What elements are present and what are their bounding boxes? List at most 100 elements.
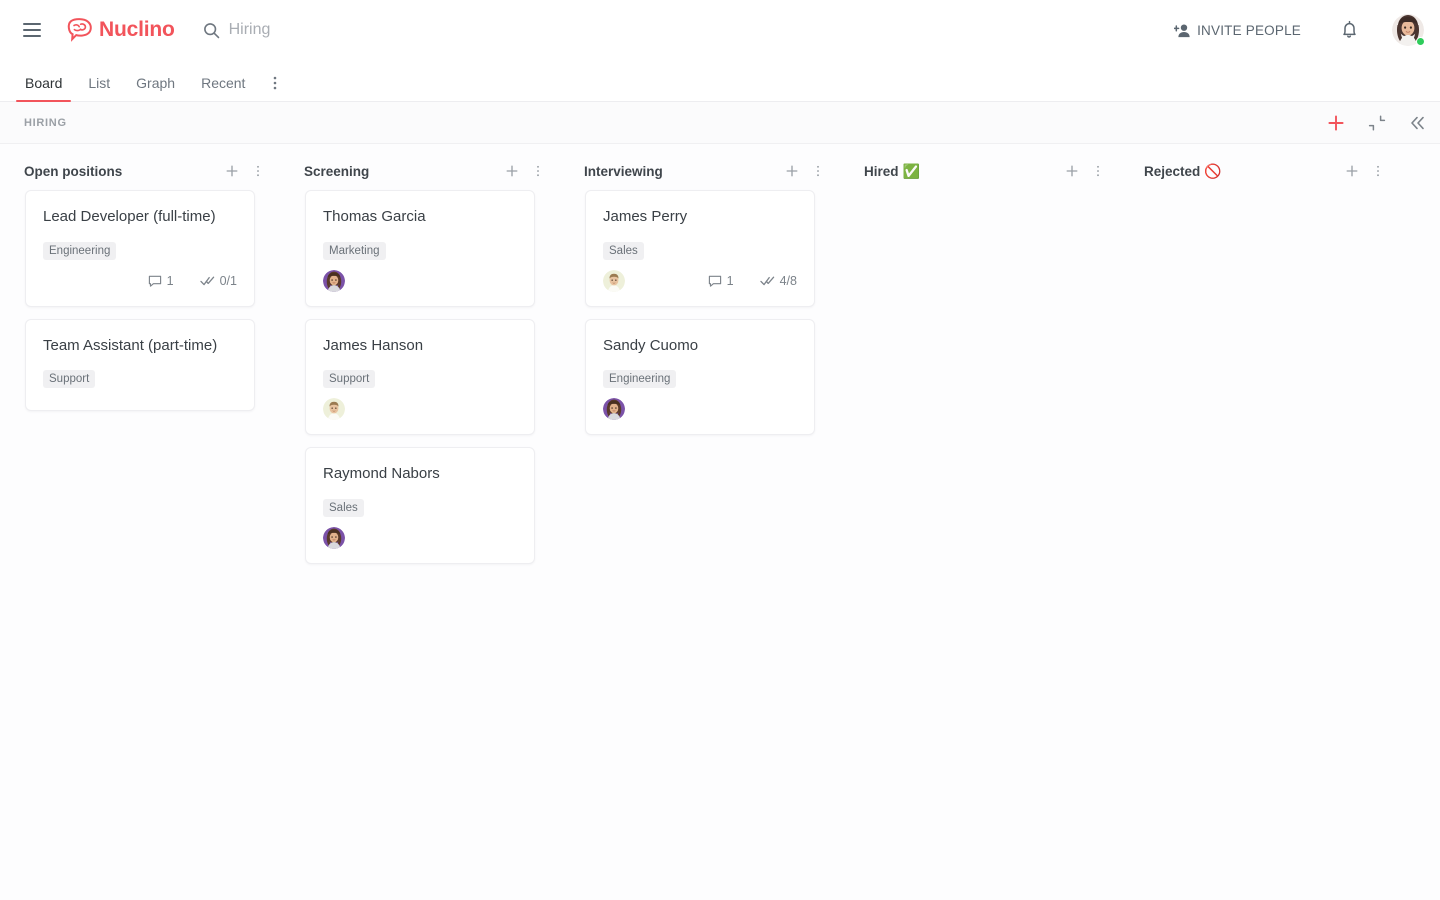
column-add-card-button[interactable] <box>784 163 800 179</box>
app-logo[interactable]: Nuclino <box>66 18 175 42</box>
card-tag[interactable]: Sales <box>603 241 644 260</box>
card-tag[interactable]: Support <box>43 370 96 388</box>
card-title: James Perry <box>603 208 688 225</box>
column-title[interactable]: Hired ✅ <box>864 163 920 180</box>
column-add-card-button[interactable] <box>504 163 520 179</box>
column-actions <box>504 163 546 179</box>
column-menu-button[interactable] <box>250 163 266 179</box>
hamburger-menu-icon[interactable] <box>15 13 49 47</box>
tab-board[interactable]: Board <box>16 75 72 102</box>
column-title[interactable]: Interviewing <box>584 164 663 179</box>
board-card[interactable]: Raymond Nabors Sales <box>305 447 535 564</box>
column-menu-button[interactable] <box>530 163 546 179</box>
card-title: Thomas Garcia <box>323 208 426 225</box>
card-assignee-avatar[interactable] <box>603 398 625 420</box>
tab-label: Graph <box>136 75 176 91</box>
board-toolbar-actions <box>1326 113 1426 133</box>
column-menu-button[interactable] <box>1090 163 1106 179</box>
column-actions <box>784 163 826 179</box>
board-column: Rejected 🚫 <box>1120 156 1400 190</box>
card-assignee-avatar[interactable] <box>323 269 345 292</box>
add-item-button[interactable] <box>1326 113 1346 133</box>
collapse-sidebar-button[interactable] <box>1408 114 1426 132</box>
card-footer: 1 0/1 <box>43 270 237 292</box>
brain-speech-bubble-icon <box>67 18 92 42</box>
board-card[interactable]: Sandy Cuomo Engineering <box>585 318 815 435</box>
column-actions <box>1344 163 1386 179</box>
top-bar-actions: INVITE PEOPLE <box>1166 12 1425 48</box>
column-title-label: Interviewing <box>584 163 663 179</box>
hamburger-bar <box>23 23 41 25</box>
board-card[interactable]: Lead Developer (full-time) Engineering 1 0/… <box>25 190 255 307</box>
plus-icon <box>786 165 798 177</box>
card-comment-count: 1 <box>148 274 174 288</box>
card-title: Raymond Nabors <box>323 465 440 482</box>
column-title[interactable]: Rejected 🚫 <box>1144 163 1222 180</box>
collapse-arrows-icon <box>1368 114 1386 131</box>
board-card[interactable]: James Hanson Support <box>305 318 535 435</box>
card-title: Sandy Cuomo <box>603 336 699 354</box>
column-header: Rejected 🚫 <box>1122 156 1398 190</box>
more-vertical-icon <box>257 165 259 177</box>
card-tag[interactable]: Engineering <box>43 241 117 260</box>
double-check-icon <box>199 276 214 286</box>
card-assignee-avatar[interactable] <box>603 269 625 292</box>
card-meta: 1 0/1 <box>148 274 237 288</box>
column-emoji: ✅ <box>902 162 920 179</box>
tab-label: Recent <box>201 75 246 91</box>
card-comment-count: 1 <box>708 274 734 288</box>
column-add-card-button[interactable] <box>224 163 240 179</box>
column-add-card-button[interactable] <box>1064 163 1080 179</box>
column-title[interactable]: Open positions <box>24 164 122 179</box>
invite-people-button[interactable]: INVITE PEOPLE <box>1166 17 1309 44</box>
card-title: Lead Developer (full-time) <box>43 208 216 225</box>
double-check-icon <box>759 276 774 286</box>
card-tag[interactable]: Support <box>323 370 376 388</box>
board-column: Interviewing James Perry Sales 1 4/8 Sandy Cu… <box>560 156 840 447</box>
card-title: Team Assistant (part-time) <box>43 336 218 354</box>
brand-name: Nuclino <box>99 18 175 41</box>
column-menu-button[interactable] <box>1370 163 1386 179</box>
card-tag[interactable]: Marketing <box>323 241 386 260</box>
search-value: Hiring <box>228 21 271 38</box>
column-title[interactable]: Screening <box>304 164 369 179</box>
task-progress-value: 0/1 <box>219 273 237 288</box>
column-emoji: 🚫 <box>1204 162 1222 179</box>
plus-icon <box>1066 165 1078 177</box>
board-card[interactable]: Thomas Garcia Marketing <box>305 190 535 307</box>
board-column: Open positions Lead Developer (full-time)… <box>0 156 280 423</box>
column-header: Interviewing <box>562 156 838 190</box>
hamburger-bar <box>23 29 41 31</box>
card-footer <box>323 526 517 549</box>
collapse-view-button[interactable] <box>1368 114 1386 132</box>
card-meta: 1 4/8 <box>708 274 797 288</box>
tab-graph[interactable]: Graph <box>127 75 184 101</box>
more-vertical-icon[interactable] <box>262 60 288 101</box>
column-cards: James Perry Sales 1 4/8 Sandy Cuomo Engineeri… <box>562 190 838 435</box>
card-assignee-avatar[interactable] <box>323 398 345 420</box>
column-menu-button[interactable] <box>810 163 826 179</box>
card-tag[interactable]: Engineering <box>603 370 677 388</box>
plus-icon <box>226 165 238 177</box>
card-tag[interactable]: Sales <box>323 498 364 517</box>
plus-icon <box>506 165 518 177</box>
comment-bubble-icon <box>708 275 721 287</box>
hamburger-bar <box>23 35 41 37</box>
more-vertical-icon <box>1377 165 1379 177</box>
tab-list[interactable]: List <box>79 75 119 101</box>
tab-recent[interactable]: Recent <box>192 75 254 101</box>
board-card[interactable]: Team Assistant (part-time) Support <box>25 318 255 411</box>
column-title-label: Rejected <box>1144 163 1201 179</box>
board-card[interactable]: James Perry Sales 1 4/8 <box>585 190 815 307</box>
card-assignee-avatar[interactable] <box>323 526 345 549</box>
column-header: Screening <box>282 156 558 190</box>
search-input[interactable]: Hiring <box>203 21 1167 39</box>
card-footer <box>323 398 517 420</box>
notification-bell-icon <box>1342 20 1356 38</box>
user-avatar-button[interactable] <box>1392 14 1425 46</box>
more-vertical-glyph <box>274 76 277 90</box>
column-add-card-button[interactable] <box>1344 163 1360 179</box>
column-header: Hired ✅ <box>842 156 1118 190</box>
board-toolbar: HIRING <box>0 102 1440 144</box>
notification-bell-button[interactable] <box>1331 12 1367 48</box>
